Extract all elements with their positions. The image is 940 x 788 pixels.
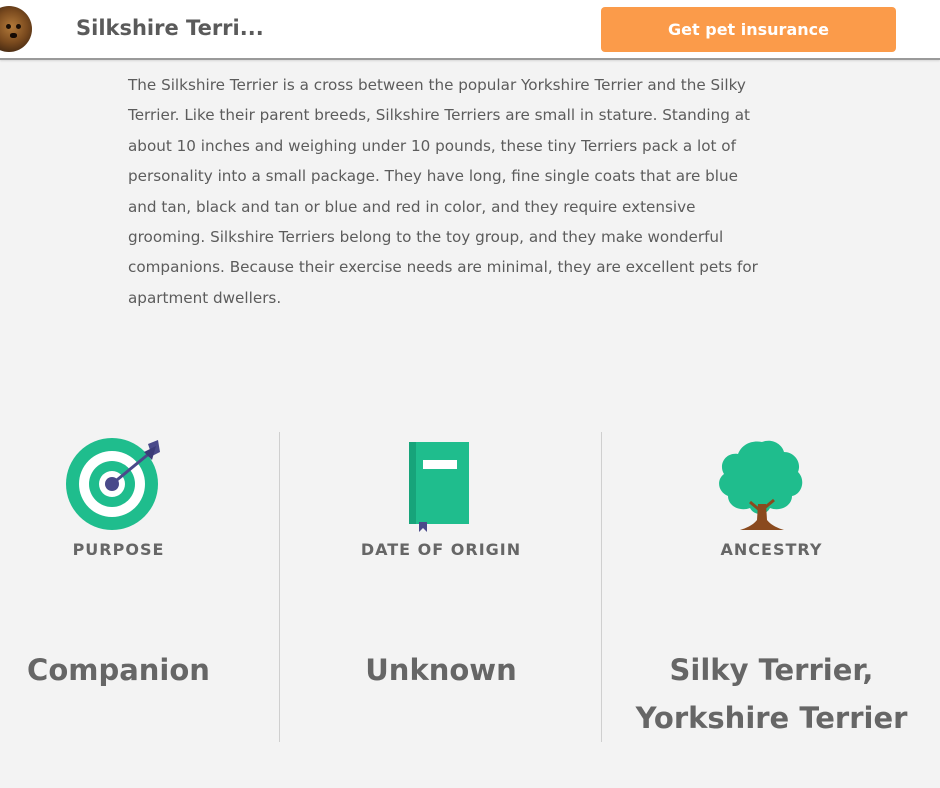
top-bar: Silkshire Terri... Get pet insurance bbox=[0, 0, 940, 60]
fact-label: PURPOSE bbox=[72, 540, 165, 559]
book-icon bbox=[407, 434, 471, 538]
breed-description: The Silkshire Terrier is a cross between… bbox=[128, 76, 758, 307]
fact-date-of-origin: DATE OF ORIGIN Unknown bbox=[279, 432, 602, 742]
fact-value-line: Yorkshire Terrier bbox=[635, 701, 908, 735]
fact-value: Silky Terrier, Yorkshire Terrier bbox=[602, 646, 940, 742]
tree-icon bbox=[712, 434, 812, 538]
fact-label: DATE OF ORIGIN bbox=[360, 540, 522, 559]
get-pet-insurance-button[interactable]: Get pet insurance bbox=[601, 7, 896, 52]
fact-value: Companion bbox=[27, 653, 210, 687]
fact-label: ANCESTRY bbox=[720, 540, 823, 559]
fact-ancestry: ANCESTRY Silky Terrier, Yorkshire Terrie… bbox=[601, 432, 940, 742]
fact-purpose: PURPOSE Companion bbox=[0, 432, 279, 742]
fact-value: Unknown bbox=[365, 653, 517, 687]
breed-avatar bbox=[0, 6, 32, 52]
page-title: Silkshire Terri... bbox=[76, 16, 264, 40]
fact-value-line: Silky Terrier, bbox=[669, 653, 874, 687]
target-icon bbox=[66, 434, 166, 538]
